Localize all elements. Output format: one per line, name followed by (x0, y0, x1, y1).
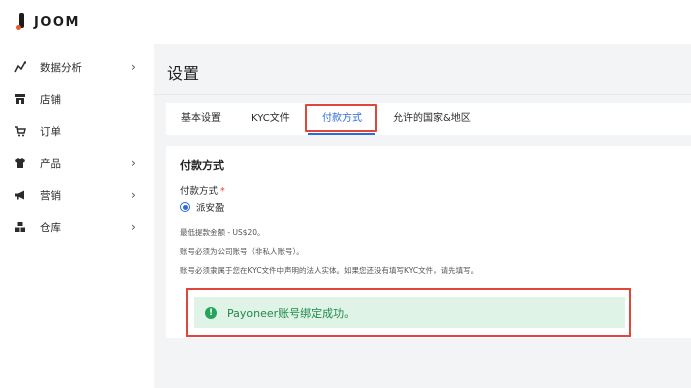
sidebar-item-warehouse[interactable]: 仓库 › (0, 211, 154, 243)
sidebar-item-label: 店铺 (40, 93, 61, 106)
main-content: 设置 基本设置 KYC文件 付款方式 允许的国家&地区 付款方式 付款方式 * 派… (154, 44, 691, 388)
payment-option-payoneer[interactable]: 派安盈 (180, 200, 225, 214)
tab-highlight-box (305, 104, 377, 132)
sidebar-item-label: 数据分析 (40, 61, 82, 74)
tab-allowed-countries[interactable]: 允许的国家&地区 (393, 103, 471, 135)
settings-tabs: 基本设置 KYC文件 付款方式 允许的国家&地区 (166, 103, 691, 135)
success-alert: ! Payoneer账号绑定成功。 (194, 297, 625, 328)
payment-option-label: 派安盈 (196, 203, 225, 214)
sidebar-item-label: 产品 (40, 157, 61, 170)
page-title: 设置 (167, 64, 200, 83)
chevron-right-icon: › (131, 156, 136, 170)
tab-basic-settings[interactable]: 基本设置 (181, 103, 221, 135)
sidebar-item-label: 仓库 (40, 221, 61, 234)
note-company-account: 账号必须为公司账号（非私人账号）。 (180, 247, 304, 256)
sidebar-item-store[interactable]: 店铺 (0, 83, 154, 115)
warehouse-icon (14, 221, 26, 233)
note-legal-entity: 账号必须隶属于您在KYC文件中声明的法人实体。如果您还没有填写KYC文件，请先填… (180, 266, 479, 275)
active-tab-indicator (308, 133, 375, 135)
radio-selected-icon[interactable] (180, 202, 190, 212)
chevron-right-icon: › (131, 60, 136, 74)
success-alert-text: Payoneer账号绑定成功。 (227, 306, 356, 320)
top-bar: JOOM (0, 0, 691, 44)
field-label-text: 付款方式 (180, 186, 219, 197)
sidebar-item-analytics[interactable]: 数据分析 › (0, 51, 154, 83)
divider (154, 94, 691, 95)
tab-kyc-documents[interactable]: KYC文件 (251, 103, 290, 135)
cart-icon (14, 125, 26, 137)
sidebar-item-label: 营销 (40, 189, 61, 202)
section-title: 付款方式 (180, 159, 224, 172)
sidebar-item-label: 订单 (40, 125, 61, 138)
chevron-right-icon: › (131, 220, 136, 234)
brand-name[interactable]: JOOM (34, 15, 80, 30)
check-circle-icon: ! (205, 306, 217, 319)
sidebar-item-products[interactable]: 产品 › (0, 147, 154, 179)
store-icon (14, 93, 26, 105)
analytics-icon (14, 61, 26, 73)
tshirt-icon (14, 157, 26, 169)
joom-logo-icon[interactable] (16, 13, 24, 31)
chevron-right-icon: › (131, 188, 136, 202)
megaphone-icon (14, 189, 26, 201)
sidebar: 数据分析 › 店铺 订单 产品 › 营销 › 仓库 › (0, 44, 154, 388)
required-mark: * (220, 186, 225, 197)
payment-method-card: 付款方式 付款方式 * 派安盈 最低提款金额 - US$20。 账号必须为公司账号… (166, 146, 691, 338)
sidebar-item-orders[interactable]: 订单 (0, 115, 154, 147)
payment-method-label: 付款方式 * (180, 183, 225, 197)
note-min-withdrawal: 最低提款金额 - US$20。 (180, 228, 265, 237)
sidebar-item-marketing[interactable]: 营销 › (0, 179, 154, 211)
